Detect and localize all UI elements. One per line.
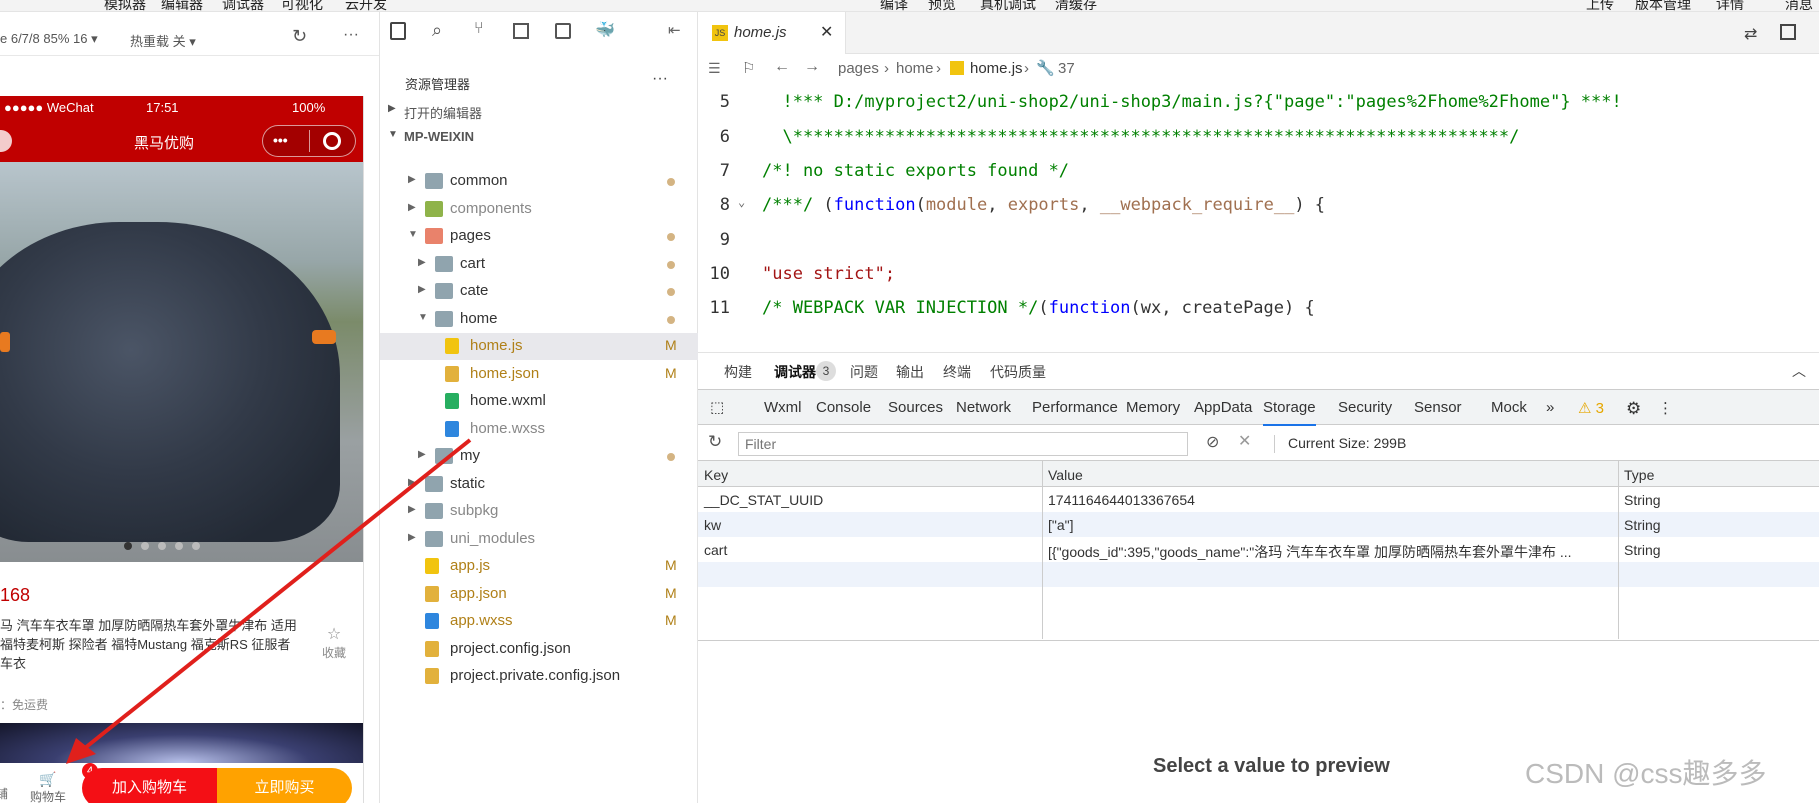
annotation-arrow xyxy=(66,438,472,764)
arrow-line xyxy=(78,438,472,754)
watermark: CSDN @css趣多多 xyxy=(1525,758,1767,789)
